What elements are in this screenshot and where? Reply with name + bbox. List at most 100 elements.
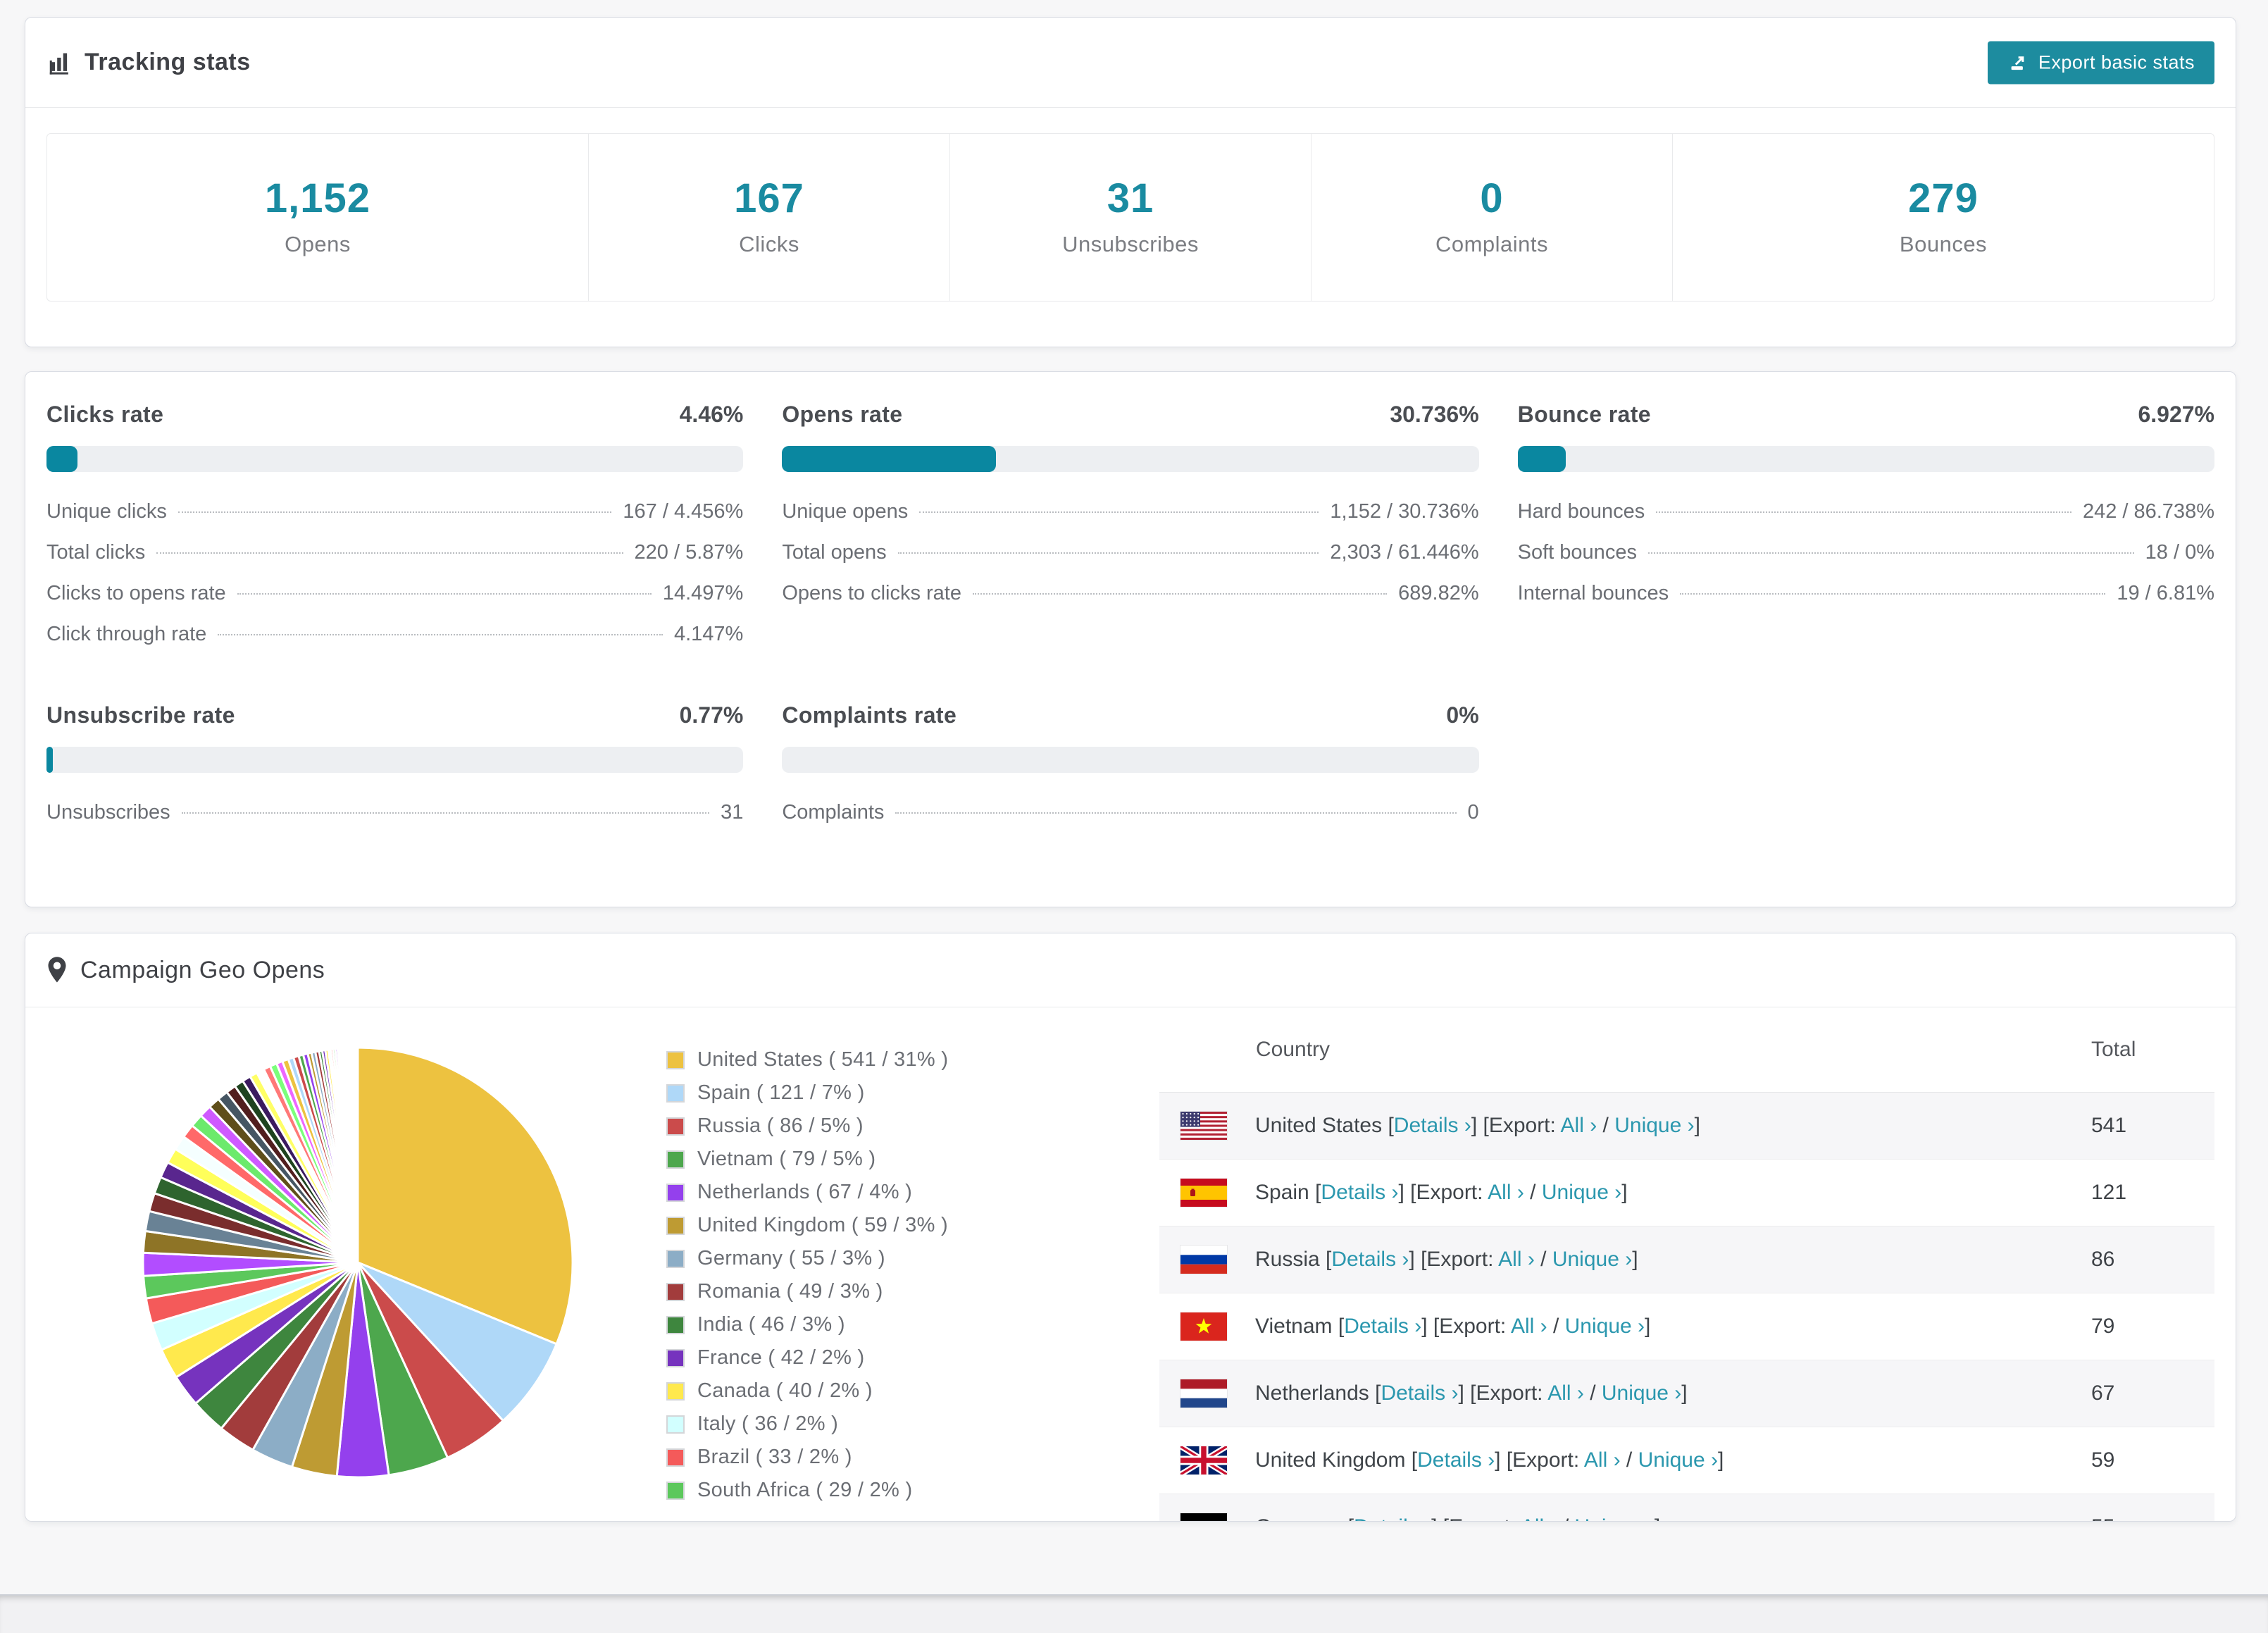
detail-label: Total clicks: [46, 541, 146, 564]
export-all-link[interactable]: All ›: [1498, 1248, 1535, 1271]
export-unique-link[interactable]: Unique ›: [1552, 1248, 1632, 1271]
details-link[interactable]: Details ›: [1394, 1114, 1471, 1137]
country-cell: Germany [Details ›] [Export: All › / Uni…: [1180, 1513, 2091, 1521]
geo-pie-chart: [142, 1046, 574, 1479]
detail-label: Complaints: [782, 801, 885, 824]
detail-value: 18 / 0%: [2145, 541, 2214, 564]
export-unique-link[interactable]: Unique ›: [1638, 1448, 1718, 1472]
detail-label: Unsubscribes: [46, 801, 170, 824]
export-basic-stats-button[interactable]: Export basic stats: [1987, 41, 2214, 84]
export-unique-link[interactable]: Unique ›: [1614, 1114, 1694, 1137]
detail-value: 0: [1467, 801, 1479, 824]
dotted-leader: [177, 511, 612, 513]
legend-color-swatch: [666, 1282, 685, 1301]
legend-item-south-africa: South Africa ( 29 / 2% ): [666, 1479, 1159, 1502]
details-link[interactable]: Details ›: [1344, 1315, 1421, 1338]
details-link[interactable]: Details ›: [1381, 1381, 1458, 1405]
export-all-link[interactable]: All ›: [1584, 1448, 1621, 1472]
detail-value: 242 / 86.738%: [2082, 500, 2214, 523]
legend-color-swatch: [666, 1050, 685, 1069]
column-header-total: Total: [2091, 1038, 2136, 1061]
legend-label: Russia ( 86 / 5% ): [697, 1114, 864, 1137]
progress-fill: [46, 446, 78, 472]
rate-title: Bounce rate: [1517, 402, 1651, 427]
legend-color-swatch: [666, 1150, 685, 1169]
legend-label: Netherlands ( 67 / 4% ): [697, 1181, 913, 1203]
nl-flag-icon: [1180, 1379, 1227, 1408]
legend-color-swatch: [666, 1481, 685, 1500]
dotted-leader: [919, 511, 1319, 513]
bar-chart-icon: [46, 49, 73, 76]
detail-value: 14.497%: [662, 582, 744, 604]
stat-value: 31: [1107, 175, 1154, 221]
detail-row: Complaints 0: [782, 801, 1478, 842]
detail-row: Unsubscribes 31: [46, 801, 743, 842]
country-cell: Russia [Details ›] [Export: All › / Uniq…: [1180, 1246, 2091, 1274]
rate-panel-complaints-rate: Complaints rate 0% Complaints 0: [782, 702, 1479, 842]
geo-table-header: Country Total: [1159, 1007, 2214, 1093]
dotted-leader: [181, 812, 710, 814]
total-cell: 541: [2091, 1114, 2127, 1137]
legend-color-swatch: [666, 1381, 685, 1401]
rates-card: Clicks rate 4.46% Unique clicks 167 / 4.456…: [25, 371, 2236, 907]
details-link[interactable]: Details ›: [1354, 1515, 1431, 1521]
detail-row: Soft bounces 18 / 0%: [1518, 541, 2214, 582]
export-all-link[interactable]: All ›: [1521, 1515, 1557, 1521]
legend-label: Brazil ( 33 / 2% ): [697, 1446, 852, 1468]
dotted-leader: [895, 812, 1457, 814]
country-links: Netherlands [Details ›] [Export: All › /…: [1255, 1381, 1688, 1405]
rate-panel-opens-rate: Opens rate 30.736% Unique opens 1,152 / 30.…: [782, 402, 1479, 664]
detail-row: Total opens 2,303 / 61.446%: [782, 541, 1478, 582]
detail-row: Clicks to opens rate 14.497%: [46, 582, 743, 623]
details-link[interactable]: Details ›: [1417, 1448, 1495, 1472]
export-unique-link[interactable]: Unique ›: [1565, 1315, 1645, 1338]
legend-item-canada: Canada ( 40 / 2% ): [666, 1379, 1159, 1403]
export-all-link[interactable]: All ›: [1547, 1381, 1584, 1405]
export-all-link[interactable]: All ›: [1511, 1315, 1547, 1338]
export-all-link[interactable]: All ›: [1488, 1181, 1524, 1204]
country-cell: Spain [Details ›] [Export: All › / Uniqu…: [1180, 1179, 2091, 1207]
legend-color-swatch: [666, 1315, 685, 1334]
geo-table-row-nl: Netherlands [Details ›] [Export: All › /…: [1159, 1360, 2214, 1427]
stat-tiles: 1,152 Opens 167 Clicks 31 Unsubscribes 0 Compla…: [46, 133, 2214, 302]
stat-label: Clicks: [739, 232, 799, 256]
export-unique-link[interactable]: Unique ›: [1575, 1515, 1655, 1521]
stat-value: 167: [734, 175, 804, 221]
detail-row: Hard bounces 242 / 86.738%: [1518, 500, 2214, 541]
legend-color-swatch: [666, 1183, 685, 1202]
total-cell: 67: [2091, 1381, 2115, 1405]
geo-content: United States ( 541 / 31% ) Spain ( 121 /…: [25, 1007, 2236, 1521]
geo-pie-legend: United States ( 541 / 31% ) Spain ( 121 /…: [666, 1007, 1159, 1512]
dotted-leader: [156, 552, 623, 554]
country-cell: Vietnam [Details ›] [Export: All › / Uni…: [1180, 1312, 2091, 1341]
detail-row: Click through rate 4.147%: [46, 623, 743, 664]
legend-label: South Africa ( 29 / 2% ): [697, 1479, 913, 1501]
export-unique-link[interactable]: Unique ›: [1542, 1181, 1621, 1204]
us-flag-icon: [1180, 1112, 1227, 1140]
legend-item-italy: Italy ( 36 / 2% ): [666, 1412, 1159, 1436]
legend-item-india: India ( 46 / 3% ): [666, 1313, 1159, 1336]
legend-color-swatch: [666, 1216, 685, 1235]
details-link[interactable]: Details ›: [1321, 1181, 1398, 1204]
detail-label: Internal bounces: [1517, 582, 1669, 604]
stat-label: Unsubscribes: [1062, 232, 1199, 256]
progress-fill: [1517, 446, 1566, 472]
page-title: Tracking stats: [85, 49, 251, 75]
detail-row: Unique clicks 167 / 4.456%: [46, 500, 743, 541]
legend-label: United Kingdom ( 59 / 3% ): [697, 1214, 948, 1236]
legend-item-netherlands: Netherlands ( 67 / 4% ): [666, 1181, 1159, 1204]
export-unique-link[interactable]: Unique ›: [1602, 1381, 1681, 1405]
dotted-leader: [218, 634, 663, 635]
dotted-leader: [1647, 552, 2134, 554]
export-all-link[interactable]: All ›: [1561, 1114, 1597, 1137]
legend-color-swatch: [666, 1448, 685, 1467]
gb-flag-icon: [1180, 1446, 1227, 1474]
country-links: Russia [Details ›] [Export: All › / Uniq…: [1255, 1248, 1638, 1271]
details-link[interactable]: Details ›: [1331, 1248, 1409, 1271]
rate-value: 30.736%: [1390, 402, 1479, 427]
legend-item-france: France ( 42 / 2% ): [666, 1346, 1159, 1370]
legend-item-united-kingdom: United Kingdom ( 59 / 3% ): [666, 1214, 1159, 1237]
geo-table-row-de: Germany [Details ›] [Export: All › / Uni…: [1159, 1494, 2214, 1521]
stat-label: Bounces: [1899, 232, 1988, 256]
stats-summary: 1,152 Opens 167 Clicks 31 Unsubscribes 0 Compla…: [25, 108, 2236, 347]
